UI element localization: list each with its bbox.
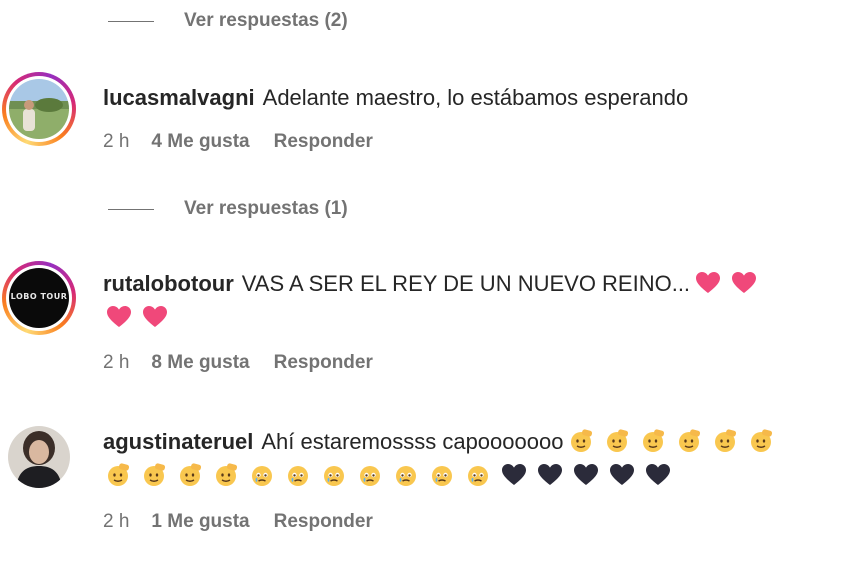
avatar-image — [9, 79, 69, 139]
replies-divider-line — [108, 20, 154, 22]
face-holding-back-tears-icon — [393, 462, 419, 488]
replies-divider-line — [108, 208, 154, 210]
reply-button[interactable]: Responder — [274, 131, 373, 153]
saluting-face-icon — [676, 428, 702, 454]
comment-text: Adelante maestro, lo estábamos esperando — [262, 85, 689, 110]
username-link[interactable]: rutalobotour — [103, 271, 234, 296]
avatar[interactable] — [2, 420, 76, 494]
pink-heart-icon — [695, 270, 721, 296]
comment-body: lucasmalvagni Adelante maestro, lo estába… — [103, 81, 842, 115]
likes-count[interactable]: 8 Me gusta — [151, 352, 249, 374]
avatar[interactable]: LOBO TOUR — [2, 261, 76, 335]
saluting-face-icon — [604, 428, 630, 454]
black-heart-icon — [609, 462, 635, 488]
saluting-face-icon — [640, 428, 666, 454]
comment-text: VAS A SER EL REY DE UN NUEVO REINO... — [241, 271, 691, 296]
saluting-face-icon — [177, 462, 203, 488]
comment-body: rutalobotour VAS A SER EL REY DE UN NUEVO… — [103, 267, 842, 335]
likes-count[interactable]: 1 Me gusta — [151, 511, 249, 533]
comment-meta: 2 h 4 Me gusta Responder — [103, 131, 373, 153]
username-link[interactable]: agustinateruel — [103, 429, 253, 454]
face-holding-back-tears-icon — [285, 462, 311, 488]
face-holding-back-tears-icon — [249, 462, 275, 488]
reply-button[interactable]: Responder — [274, 352, 373, 374]
avatar-logo-text: LOBO TOUR — [10, 292, 68, 301]
black-heart-icon — [645, 462, 671, 488]
view-replies-button[interactable]: Ver respuestas (1) — [184, 198, 348, 220]
comment-body: agustinateruel Ahí estaremossss capoooooo… — [103, 425, 842, 493]
view-replies-row[interactable]: Ver respuestas (2) — [108, 6, 348, 36]
saluting-face-icon — [712, 428, 738, 454]
avatar[interactable] — [2, 72, 76, 146]
face-holding-back-tears-icon — [321, 462, 347, 488]
story-ring — [2, 72, 76, 146]
username-link[interactable]: lucasmalvagni — [103, 85, 255, 110]
view-replies-row[interactable]: Ver respuestas (1) — [108, 194, 348, 224]
comment-text: Ahí estaremossss capooooooo — [261, 429, 564, 454]
black-heart-icon — [501, 462, 527, 488]
pink-heart-icon — [142, 304, 168, 330]
comment-time: 2 h — [103, 352, 130, 373]
pink-heart-icon — [731, 270, 757, 296]
story-ring: LOBO TOUR — [2, 261, 76, 335]
saluting-face-icon — [748, 428, 774, 454]
pink-heart-icon — [106, 304, 132, 330]
comment-time: 2 h — [103, 511, 130, 532]
likes-count[interactable]: 4 Me gusta — [151, 131, 249, 153]
avatar-image: LOBO TOUR — [9, 268, 69, 328]
comment-time: 2 h — [103, 131, 130, 152]
comment-meta: 2 h 8 Me gusta Responder — [103, 352, 373, 374]
saluting-face-icon — [105, 462, 131, 488]
comment-meta: 2 h 1 Me gusta Responder — [103, 511, 373, 533]
avatar-image — [8, 426, 70, 488]
face-holding-back-tears-icon — [465, 462, 491, 488]
face-holding-back-tears-icon — [357, 462, 383, 488]
view-replies-button[interactable]: Ver respuestas (2) — [184, 10, 348, 32]
face-holding-back-tears-icon — [429, 462, 455, 488]
saluting-face-icon — [568, 428, 594, 454]
black-heart-icon — [573, 462, 599, 488]
saluting-face-icon — [213, 462, 239, 488]
reply-button[interactable]: Responder — [274, 511, 373, 533]
black-heart-icon — [537, 462, 563, 488]
saluting-face-icon — [141, 462, 167, 488]
